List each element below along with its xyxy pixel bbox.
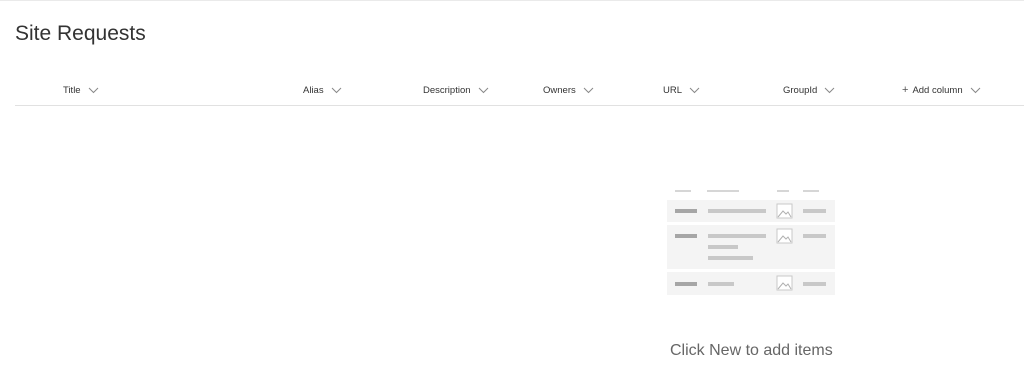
chevron-down-icon [583,87,594,94]
column-header-owners[interactable]: Owners [543,85,594,96]
column-header-alias[interactable]: Alias [303,85,342,96]
illustration-row [667,200,835,222]
illustration-row [667,272,835,295]
plus-icon: + [902,84,909,96]
chevron-down-icon [824,87,835,94]
chevron-down-icon [689,87,700,94]
column-header-label: Owners [543,85,576,96]
chevron-down-icon [88,87,98,94]
chevron-down-icon [478,87,488,94]
column-header-description[interactable]: Description [423,85,489,96]
chevron-down-icon [970,87,980,94]
top-divider [0,0,1024,1]
column-header-label: GroupId [783,85,818,96]
column-header-groupid[interactable]: GroupId [783,85,835,96]
empty-list-illustration [667,190,835,295]
column-header-url[interactable]: URL [663,85,700,96]
list-header-row: Title Alias Description Owners URL Group… [15,78,1024,106]
column-header-label: Description [423,85,471,96]
column-header-label: Title [63,85,81,96]
empty-state-message: Click New to add items [670,342,833,359]
add-column-label: Add column [912,85,963,96]
add-column-button[interactable]: + Add column [902,85,981,96]
column-header-title[interactable]: Title [63,85,99,96]
chevron-down-icon [331,87,341,94]
column-header-label: Alias [303,85,324,96]
illustration-row [667,225,835,269]
page-title: Site Requests [15,22,146,45]
column-header-label: URL [663,85,683,96]
illustration-header [675,190,819,192]
